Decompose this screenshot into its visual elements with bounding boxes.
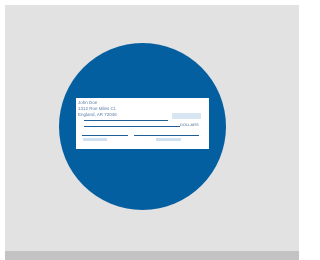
check-account-name: John Doe (78, 100, 98, 105)
bank-check-icon: John Doe 1312 Roe Miles Ct. England, AR … (76, 98, 209, 149)
check-signature-line (134, 135, 199, 136)
check-address-line: 1312 Roe Miles Ct. (78, 106, 117, 111)
check-payee-line (84, 120, 168, 121)
check-account-number (156, 138, 181, 141)
check-date-box (172, 113, 201, 119)
check-city-line: England, AR 72046 (78, 112, 117, 117)
bottom-bar (5, 251, 299, 260)
check-memo-line (82, 135, 128, 136)
check-amount-line (84, 126, 180, 127)
check-dollars-label: DOLLARS (180, 122, 199, 127)
check-routing-number (83, 138, 107, 141)
